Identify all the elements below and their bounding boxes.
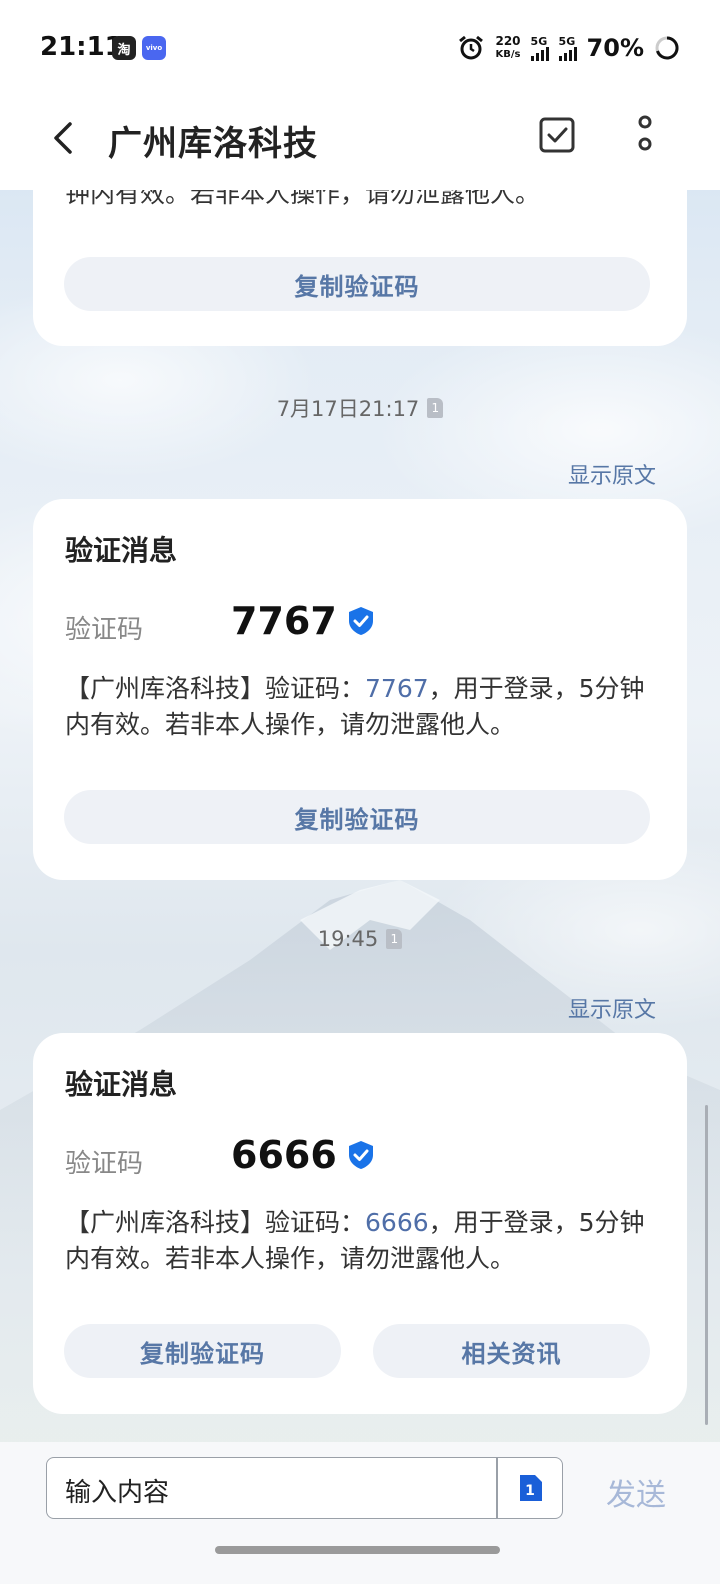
card-title: 验证消息 (65, 1068, 178, 1101)
scrollbar[interactable] (705, 1105, 708, 1425)
input-placeholder: 输入内容 (65, 1478, 170, 1508)
vivo-icon: vivo (142, 36, 166, 60)
message-card: 验证消息 验证码 7767 【广州库洛科技】验证码：7767，用于登录，5分钟内… (33, 499, 687, 880)
taobao-icon: 淘 (112, 36, 136, 60)
verification-code: 6666 (231, 1133, 375, 1177)
copy-code-button[interactable]: 复制验证码 (64, 790, 650, 844)
input-divider (496, 1458, 498, 1518)
sim-card-icon: 1 (386, 929, 403, 949)
sim1-signal-icon: 5G (530, 36, 549, 61)
code-label: 验证码 (65, 615, 144, 645)
app-header: 广州库洛科技 (0, 96, 720, 190)
card-title: 验证消息 (65, 534, 178, 567)
verification-code: 7767 (231, 599, 375, 643)
code-label: 验证码 (65, 1149, 144, 1179)
back-arrow-icon[interactable] (44, 118, 84, 158)
network-speed: 220 KB/s (495, 34, 521, 61)
message-timestamp: 7月17日21:17 1 (0, 393, 720, 423)
related-info-button[interactable]: 相关资讯 (373, 1324, 650, 1378)
message-body: 【广州库洛科技】验证码：6666，用于登录，5分钟内有效。若非本人操作，请勿泄露… (65, 1208, 645, 1273)
composer-bar: 输入内容 1 发送 (0, 1442, 720, 1584)
message-timestamp: 19:45 1 (0, 927, 720, 951)
alarm-icon (459, 35, 484, 60)
more-options-icon[interactable] (630, 114, 660, 158)
copy-code-button[interactable]: 复制验证码 (64, 1324, 341, 1378)
home-indicator[interactable] (215, 1546, 500, 1554)
page-title: 广州库洛科技 (108, 124, 318, 164)
verified-shield-icon (348, 1141, 373, 1169)
message-body: 【广州库洛科技】验证码：7767，用于登录，5分钟内有效。若非本人操作，请勿泄露… (65, 674, 645, 739)
send-button[interactable]: 发送 (606, 1470, 666, 1514)
svg-text:1: 1 (525, 1483, 535, 1499)
verified-shield-icon (348, 607, 373, 635)
message-input[interactable]: 输入内容 1 (46, 1457, 563, 1519)
sim-card-icon: 1 (427, 398, 444, 418)
sim2-signal-icon: 5G (558, 36, 577, 61)
battery-ring-icon (655, 36, 679, 60)
select-check-icon[interactable] (538, 116, 576, 154)
battery-percent: 70% (586, 34, 644, 62)
show-original-link[interactable]: 显示原文 (568, 458, 656, 490)
status-bar: 21:11 淘 vivo 220 KB/s 5G 5G 70% (0, 0, 720, 96)
sim-select-icon[interactable]: 1 (517, 1472, 545, 1504)
show-original-link[interactable]: 显示原文 (568, 992, 656, 1024)
copy-code-button[interactable]: 复制验证码 (64, 257, 650, 311)
message-card: 验证消息 验证码 6666 【广州库洛科技】验证码：6666，用于登录，5分钟内… (33, 1033, 687, 1414)
status-time: 21:11 (40, 32, 123, 62)
